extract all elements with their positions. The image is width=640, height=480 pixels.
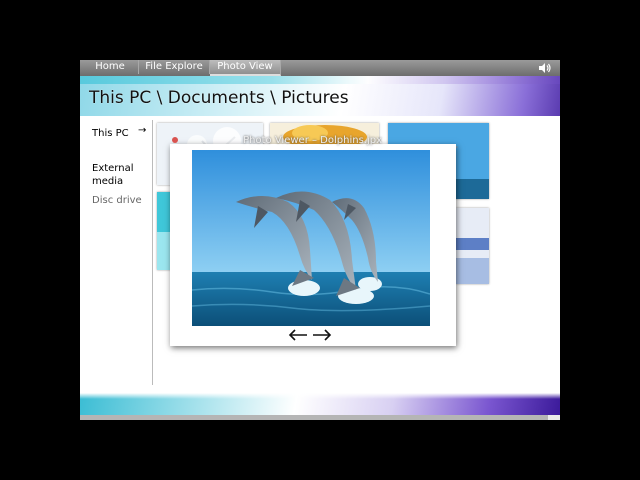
thumb-ice-sea[interactable] xyxy=(456,208,489,284)
photo-nav xyxy=(287,328,335,342)
thumb-teal-water[interactable] xyxy=(157,192,171,270)
dolphins-photo xyxy=(192,150,430,326)
breadcrumb: This PC \ Documents \ Pictures xyxy=(89,88,349,108)
footer-band xyxy=(80,393,560,415)
photo-viewer-title: Photo Viewer – Dolphins.jpx xyxy=(243,135,382,146)
speaker-icon[interactable] xyxy=(537,61,551,75)
horizontal-scrollbar[interactable] xyxy=(80,415,560,420)
scrollbar-thumb[interactable] xyxy=(548,415,560,420)
previous-arrow-icon[interactable] xyxy=(287,328,309,342)
top-tab-bar: Home File Explore Photo View xyxy=(80,60,560,76)
sidebar-item-this-pc[interactable]: This PC xyxy=(92,127,129,140)
next-arrow-icon[interactable] xyxy=(311,328,333,342)
sidebar-item-disc-drive[interactable]: Disc drive xyxy=(92,194,142,207)
tab-home[interactable]: Home xyxy=(82,60,139,74)
sidebar-item-external-media[interactable]: External media xyxy=(92,162,144,188)
photo-viewer-dialog[interactable]: Photo Viewer – Dolphins.jpx xyxy=(170,135,456,346)
tab-file-explore[interactable]: File Explore xyxy=(139,60,210,74)
desktop-screen: Home File Explore Photo View This PC \ D… xyxy=(80,60,560,420)
sidebar: This PC → External media Disc drive xyxy=(80,120,153,385)
selected-arrow-icon: → xyxy=(138,125,147,136)
tab-photo-view[interactable]: Photo View xyxy=(210,60,281,76)
